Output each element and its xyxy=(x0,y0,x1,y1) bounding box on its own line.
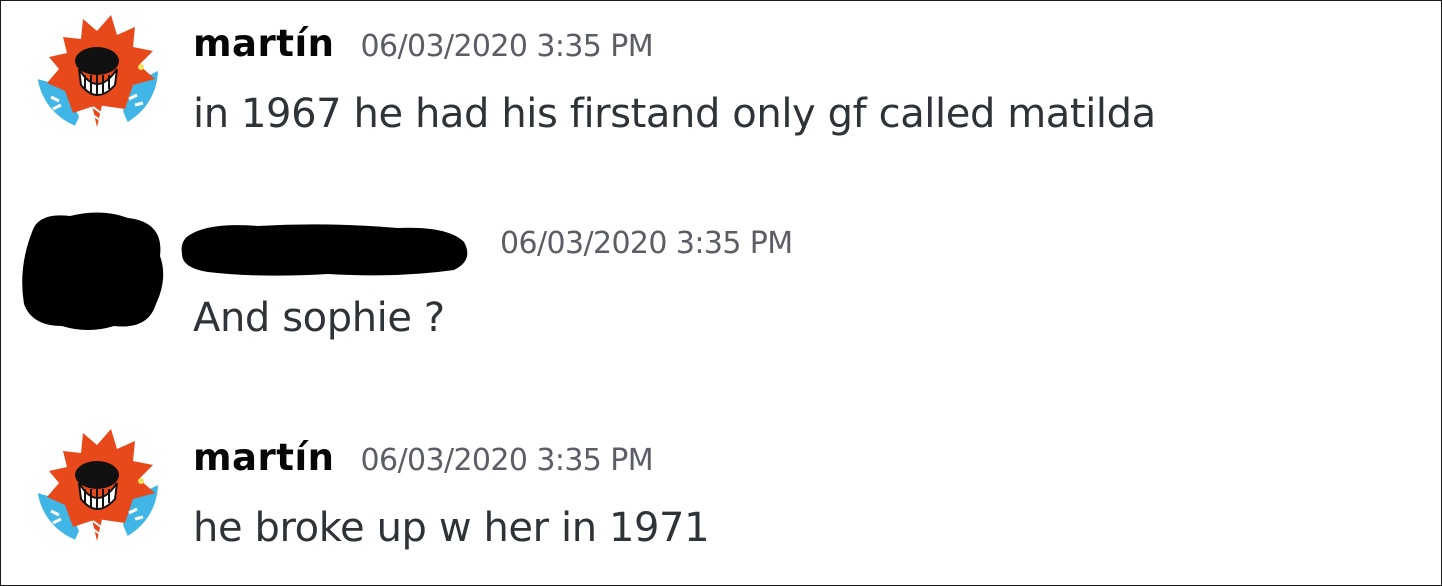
message-header: martín 06/03/2020 3:35 PM xyxy=(193,436,654,486)
redacted-username xyxy=(181,224,468,276)
redacted-avatar xyxy=(22,212,164,330)
message-text: in 1967 he had his firstand only gf call… xyxy=(193,91,1156,137)
message-text: And sophie ? xyxy=(193,295,445,341)
message-item: martín 06/03/2020 3:35 PM in 1967 he had… xyxy=(0,0,1442,160)
message-text: he broke up w her in 1971 xyxy=(193,505,710,551)
message-header: 06/03/2020 3:35 PM xyxy=(500,226,793,276)
timestamp: 06/03/2020 3:35 PM xyxy=(500,226,793,261)
user-avatar[interactable] xyxy=(37,423,158,544)
cartoon-character-avatar-icon xyxy=(37,423,158,544)
cartoon-character-avatar-icon xyxy=(37,9,158,130)
username[interactable]: martín xyxy=(193,22,334,65)
message-header: martín 06/03/2020 3:35 PM xyxy=(193,22,654,72)
user-avatar[interactable] xyxy=(37,9,158,130)
timestamp: 06/03/2020 3:35 PM xyxy=(360,443,654,478)
username[interactable]: martín xyxy=(193,436,334,479)
message-item: 06/03/2020 3:35 PM And sophie ? xyxy=(0,204,1442,364)
timestamp: 06/03/2020 3:35 PM xyxy=(360,29,654,64)
message-item: martín 06/03/2020 3:35 PM he broke up w … xyxy=(0,414,1442,574)
